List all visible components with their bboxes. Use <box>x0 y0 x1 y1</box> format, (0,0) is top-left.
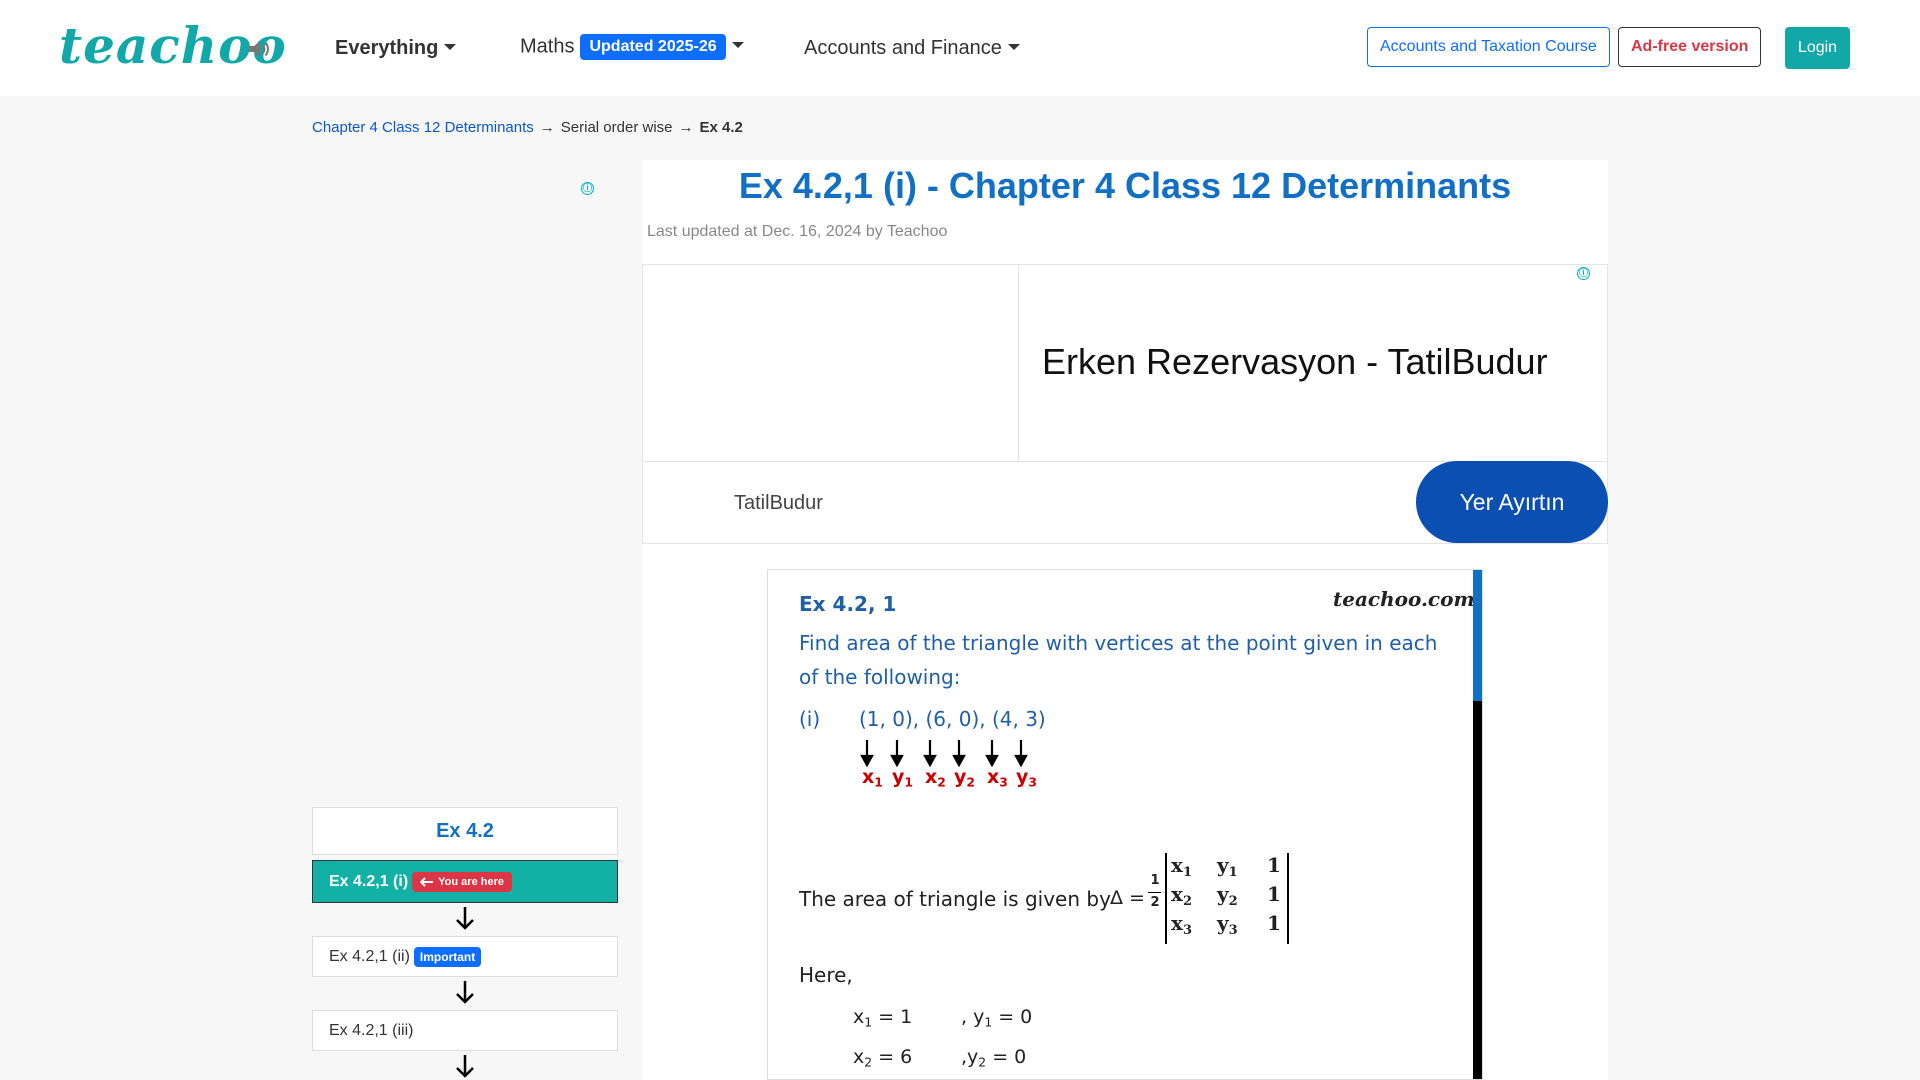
arrow-down-icon <box>456 907 474 930</box>
coordinate-label: x1 <box>862 766 883 790</box>
area-formula-text: The area of triangle is given by <box>799 887 1111 911</box>
solution-heading: Ex 4.2, 1 <box>799 592 897 616</box>
ad-free-button[interactable]: Ad-free version <box>1618 27 1762 67</box>
nav-maths-dropdown[interactable]: Maths Updated 2025-26 <box>520 34 744 60</box>
toc-item-current[interactable]: Ex 4.2,1 (i) You are here <box>312 860 618 903</box>
points-text: (1, 0), (6, 0), (4, 3) <box>859 707 1046 731</box>
delta-symbol: Δ = <box>1110 887 1145 909</box>
coordinate-label: y1 <box>892 766 913 790</box>
ad-cta-button[interactable]: Yer Ayırtın <box>1416 461 1608 543</box>
question-line: Find area of the triangle with vertices … <box>799 631 1438 655</box>
login-button[interactable]: Login <box>1785 27 1850 69</box>
arrow-down-icon <box>860 740 1028 768</box>
matrix-cell: 1 <box>1267 853 1281 877</box>
coordinate-label: x3 <box>987 766 1008 790</box>
value-line: , y1 = 0 <box>961 1006 1033 1030</box>
part-label: (i) <box>799 707 821 731</box>
teachoo-watermark: teachoo.com <box>1333 587 1475 611</box>
toc-item[interactable]: Ex 4.2,1 (ii) Important <box>312 936 618 977</box>
fraction-bar <box>1148 892 1161 893</box>
ad-info-icon[interactable]: ⓘ <box>1577 267 1590 280</box>
fraction-numerator: 1 <box>1150 873 1160 888</box>
accounts-course-button[interactable]: Accounts and Taxation Course <box>1367 27 1610 67</box>
toc-item-label: Ex 4.2,1 (iii) <box>329 1021 414 1039</box>
matrix-cell: y3 <box>1217 911 1238 938</box>
arrow-left-icon <box>420 876 434 887</box>
ad-advertiser[interactable]: TatilBudur <box>734 491 823 515</box>
arrow-down-icon <box>456 981 474 1004</box>
toc-title: Ex 4.2 <box>312 807 618 855</box>
breadcrumb: Chapter 4 Class 12 Determinants → Serial o… <box>312 118 743 138</box>
matrix-cell: 1 <box>1267 882 1281 906</box>
breadcrumb-separator: → <box>539 119 555 136</box>
breadcrumb-chapter-link[interactable]: Chapter 4 Class 12 Determinants <box>312 119 534 136</box>
toc-item-label: Ex 4.2,1 (i) <box>329 872 409 890</box>
matrix-cell: 1 <box>1267 911 1281 935</box>
value-line: x2 = 6 <box>853 1046 913 1070</box>
coordinate-label: x2 <box>925 766 946 790</box>
value-line: x1 = 1 <box>853 1006 913 1030</box>
arrow-down-icon <box>456 1055 474 1078</box>
nav-accounts-dropdown[interactable]: Accounts and Finance <box>804 36 1020 60</box>
breadcrumb-current: Ex 4.2 <box>699 119 743 136</box>
solution-image: Ex 4.2, 1 teachoo.com Find area of the t… <box>767 569 1483 1080</box>
determinant-matrix: x1 y1 1 x2 y2 1 x3 y3 1 <box>1165 853 1289 944</box>
matrix-cell: y2 <box>1217 882 1238 909</box>
updated-badge: Updated 2025-26 <box>580 34 726 60</box>
matrix-cell: x3 <box>1171 911 1192 938</box>
chevron-down-icon <box>444 43 457 50</box>
toc-item-label: Ex 4.2,1 (ii) <box>329 947 410 965</box>
page-title: Ex 4.2,1 (i) - Chapter 4 Class 12 Determ… <box>738 165 1512 206</box>
breadcrumb-section[interactable]: Serial order wise <box>561 119 673 136</box>
matrix-cell: y1 <box>1217 853 1238 880</box>
chevron-down-icon <box>731 42 744 48</box>
value-line: ,y2 = 0 <box>961 1046 1027 1070</box>
nav-maths-label: Maths <box>520 35 575 58</box>
fraction-denominator: 2 <box>1150 895 1160 910</box>
breadcrumb-separator: → <box>678 119 694 136</box>
you-are-here-badge: You are here <box>412 871 512 892</box>
important-badge: Important <box>413 946 482 967</box>
nav-accounts-label: Accounts and Finance <box>804 37 1002 59</box>
last-updated-meta: Last updated at Dec. 16, 2024 by Teachoo <box>647 223 948 240</box>
question-line: of the following: <box>799 665 961 689</box>
coordinate-label: y3 <box>1016 766 1037 790</box>
toc-item[interactable]: Ex 4.2,1 (iii) <box>312 1010 618 1051</box>
speaker-icon[interactable] <box>247 38 271 60</box>
matrix-cell: x1 <box>1171 853 1192 880</box>
coordinate-label: y2 <box>954 766 975 790</box>
matrix-cell: x2 <box>1171 882 1192 909</box>
ad-headline[interactable]: Erken Rezervasyon - TatilBudur <box>1042 340 1548 384</box>
chevron-down-icon <box>1007 43 1020 50</box>
top-navbar: teachoo Everything Maths Updated 2025-26 … <box>0 0 1920 96</box>
advertisement[interactable]: Erken Rezervasyon - TatilBudur TatilBudu… <box>642 264 1608 544</box>
nav-everything-label: Everything <box>335 37 439 59</box>
ad-divider <box>1018 265 1019 461</box>
nav-everything-dropdown[interactable]: Everything <box>335 36 457 60</box>
here-label: Here, <box>799 963 853 987</box>
you-are-here-label: You are here <box>438 875 504 888</box>
